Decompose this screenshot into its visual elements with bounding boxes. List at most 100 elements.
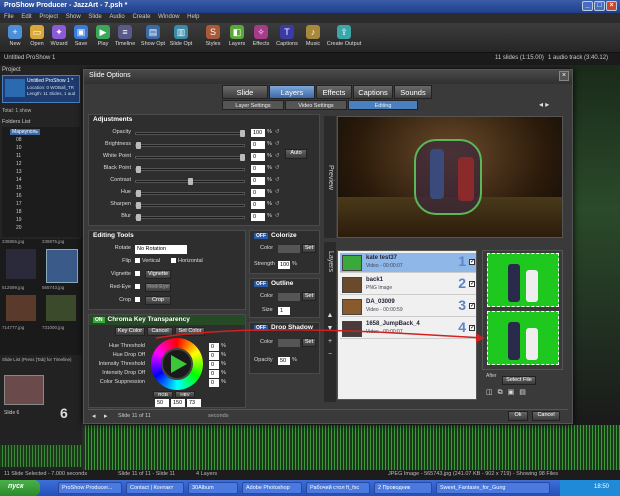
- menu-slide[interactable]: Slide: [88, 14, 101, 20]
- menu-audio[interactable]: Audio: [109, 14, 124, 20]
- prev-slide-icon[interactable]: ◂: [92, 412, 96, 420]
- file-thumbnail[interactable]: [6, 295, 36, 321]
- timeline-label: Timeline: [114, 41, 136, 47]
- folder-item[interactable]: 12: [16, 161, 22, 167]
- show-card[interactable]: Untitled ProShow 1 * Location: 0 WOBall_…: [2, 75, 80, 103]
- menu-bar: File Edit Project Show Slide Audio Creat…: [0, 13, 620, 23]
- file-thumbnail-selected[interactable]: [46, 249, 78, 283]
- timeline-waveform[interactable]: [83, 425, 620, 470]
- file-thumbnail[interactable]: [6, 249, 36, 279]
- show-info-0: Location: 0 WOBall_TR: [27, 85, 75, 90]
- menu-create[interactable]: Create: [132, 14, 150, 20]
- play-icon: ▶: [96, 25, 110, 39]
- left-panel: Project Untitled ProShow 1 * Location: 0…: [0, 65, 82, 355]
- status-selection: 11 Slide Selected - 7.000 seconds: [4, 471, 88, 477]
- show-options-label: Show Opt: [140, 41, 166, 47]
- show-options-button[interactable]: ▤ Show Opt: [140, 25, 166, 51]
- folder-item[interactable]: 19: [16, 217, 22, 223]
- project-track: 1 audio track (3:40.12): [548, 55, 609, 61]
- folder-item[interactable]: 16: [16, 193, 22, 199]
- task-item[interactable]: Рабочий стол ft_fsc: [306, 482, 370, 494]
- wizard-icon: ✦: [52, 25, 66, 39]
- arrow-head: [476, 333, 484, 343]
- music-icon: ♪: [306, 25, 320, 39]
- show-info-1: Length: 11 Slides, 1 aud: [27, 91, 76, 96]
- captions-label: Captions: [276, 41, 298, 47]
- taskbar: пуск ProShow Producer... Contact | Конта…: [0, 480, 620, 496]
- slide-options-label: Slide Opt: [169, 41, 193, 47]
- menu-show[interactable]: Show: [66, 14, 81, 20]
- start-button[interactable]: пуск: [0, 480, 40, 496]
- folder-item[interactable]: 18: [16, 209, 22, 215]
- folder-tree: Мариуполь 08 10 11 12 13 14 15 16 17 18 …: [2, 127, 80, 237]
- menu-edit[interactable]: Edit: [21, 14, 31, 20]
- folder-item[interactable]: 20: [16, 225, 22, 231]
- minimize-button[interactable]: _: [582, 1, 593, 11]
- slide-list: Slide List (Press [Tab] for Timeline) Sl…: [0, 355, 82, 470]
- show-options-icon: ▤: [146, 25, 160, 39]
- create-output-button[interactable]: ⇪ Create Output: [326, 25, 362, 51]
- dialog-footer: ◂ ▸ Slide 11 of 11 seconds Ok Cancel: [88, 409, 568, 422]
- open-label: Open: [30, 41, 44, 47]
- slide-options-button[interactable]: ▥ Slide Opt: [168, 25, 194, 51]
- status-slide: Slide 11 of 11 - Slide 11: [118, 471, 176, 477]
- menu-help[interactable]: Help: [187, 14, 199, 20]
- save-icon: ▣: [74, 25, 88, 39]
- seconds-label: seconds: [208, 413, 229, 419]
- file-browser: 239855.jpg 239875.jpg 512599.jpg 565743.…: [0, 239, 82, 355]
- styles-icon: S: [206, 25, 220, 39]
- menu-file[interactable]: File: [4, 14, 14, 20]
- slide-nav-text: Slide 11 of 11: [118, 413, 151, 419]
- project-panel-label: Project: [2, 67, 21, 73]
- close-button[interactable]: ×: [606, 1, 617, 11]
- ok-button[interactable]: Ok: [508, 411, 528, 421]
- folder-item[interactable]: Мариуполь: [10, 129, 40, 135]
- status-layers: 4 Layers: [196, 471, 218, 477]
- system-clock: 18:50: [560, 480, 620, 496]
- folder-item[interactable]: 15: [16, 185, 22, 191]
- project-info: 11 slides (1:15.00): [495, 55, 544, 61]
- right-workspace-preview: [573, 65, 620, 425]
- project-bar: Untitled ProShow 1 11 slides (1:15.00) 1…: [0, 53, 620, 65]
- folder-icon: ▭: [30, 25, 44, 39]
- styles-label: Styles: [205, 41, 221, 47]
- menu-window[interactable]: Window: [158, 14, 179, 20]
- music-label: Music: [305, 41, 321, 47]
- audio-waveform[interactable]: [0, 445, 82, 467]
- music-button[interactable]: ♪ Music: [300, 25, 326, 51]
- timeline-button[interactable]: ≡ Timeline: [112, 25, 138, 51]
- task-item[interactable]: Adobe Photoshop: [242, 482, 302, 494]
- task-item[interactable]: 2 Проводник: [374, 482, 432, 494]
- task-item[interactable]: Contact | Контакт: [126, 482, 184, 494]
- captions-button[interactable]: T Captions: [274, 25, 300, 51]
- play-label: Play: [97, 41, 109, 47]
- cancel-button[interactable]: Cancel: [532, 411, 560, 421]
- slide-thumbnail[interactable]: [4, 375, 44, 405]
- folder-item[interactable]: 11: [16, 153, 21, 159]
- maximize-button[interactable]: □: [594, 1, 605, 11]
- new-label: New: [9, 41, 21, 47]
- arrow-line: [155, 329, 485, 339]
- slide-options-dialog: Slide Options × Slide Layers Effects Cap…: [83, 69, 573, 424]
- folder-item[interactable]: 14: [16, 177, 22, 183]
- styles-button[interactable]: S Styles: [200, 25, 226, 51]
- folders-list-label: Folders List: [2, 119, 31, 125]
- folder-item[interactable]: 13: [16, 169, 22, 175]
- main-toolbar: + New ▭ Open ✦ Wizard ▣ Save ▶ Play ≡ Timeline…: [0, 23, 620, 53]
- output-icon: ⇪: [337, 25, 351, 39]
- folder-item[interactable]: 10: [16, 145, 22, 151]
- task-item[interactable]: 30Album: [188, 482, 238, 494]
- status-bar: 11 Slide Selected - 7.000 seconds Slide …: [0, 470, 620, 480]
- task-item[interactable]: ProShow Producer...: [58, 482, 122, 494]
- task-item[interactable]: Sweet_Fantasie_for_Gung: [436, 482, 550, 494]
- next-slide-icon[interactable]: ▸: [104, 412, 108, 420]
- folder-item[interactable]: 08: [16, 137, 22, 143]
- show-thumbnail: [5, 79, 25, 97]
- folder-item[interactable]: 17: [16, 201, 22, 207]
- show-name: Untitled ProShow 1 *: [27, 78, 74, 84]
- menu-project[interactable]: Project: [39, 14, 58, 20]
- layers-button[interactable]: ◧ Layers: [224, 25, 250, 51]
- effects-button[interactable]: ✧ Effects: [248, 25, 274, 51]
- window-titlebar: ProShow Producer - JazzArt - 7.psh * _ □…: [0, 0, 620, 13]
- file-thumbnail[interactable]: [46, 295, 76, 321]
